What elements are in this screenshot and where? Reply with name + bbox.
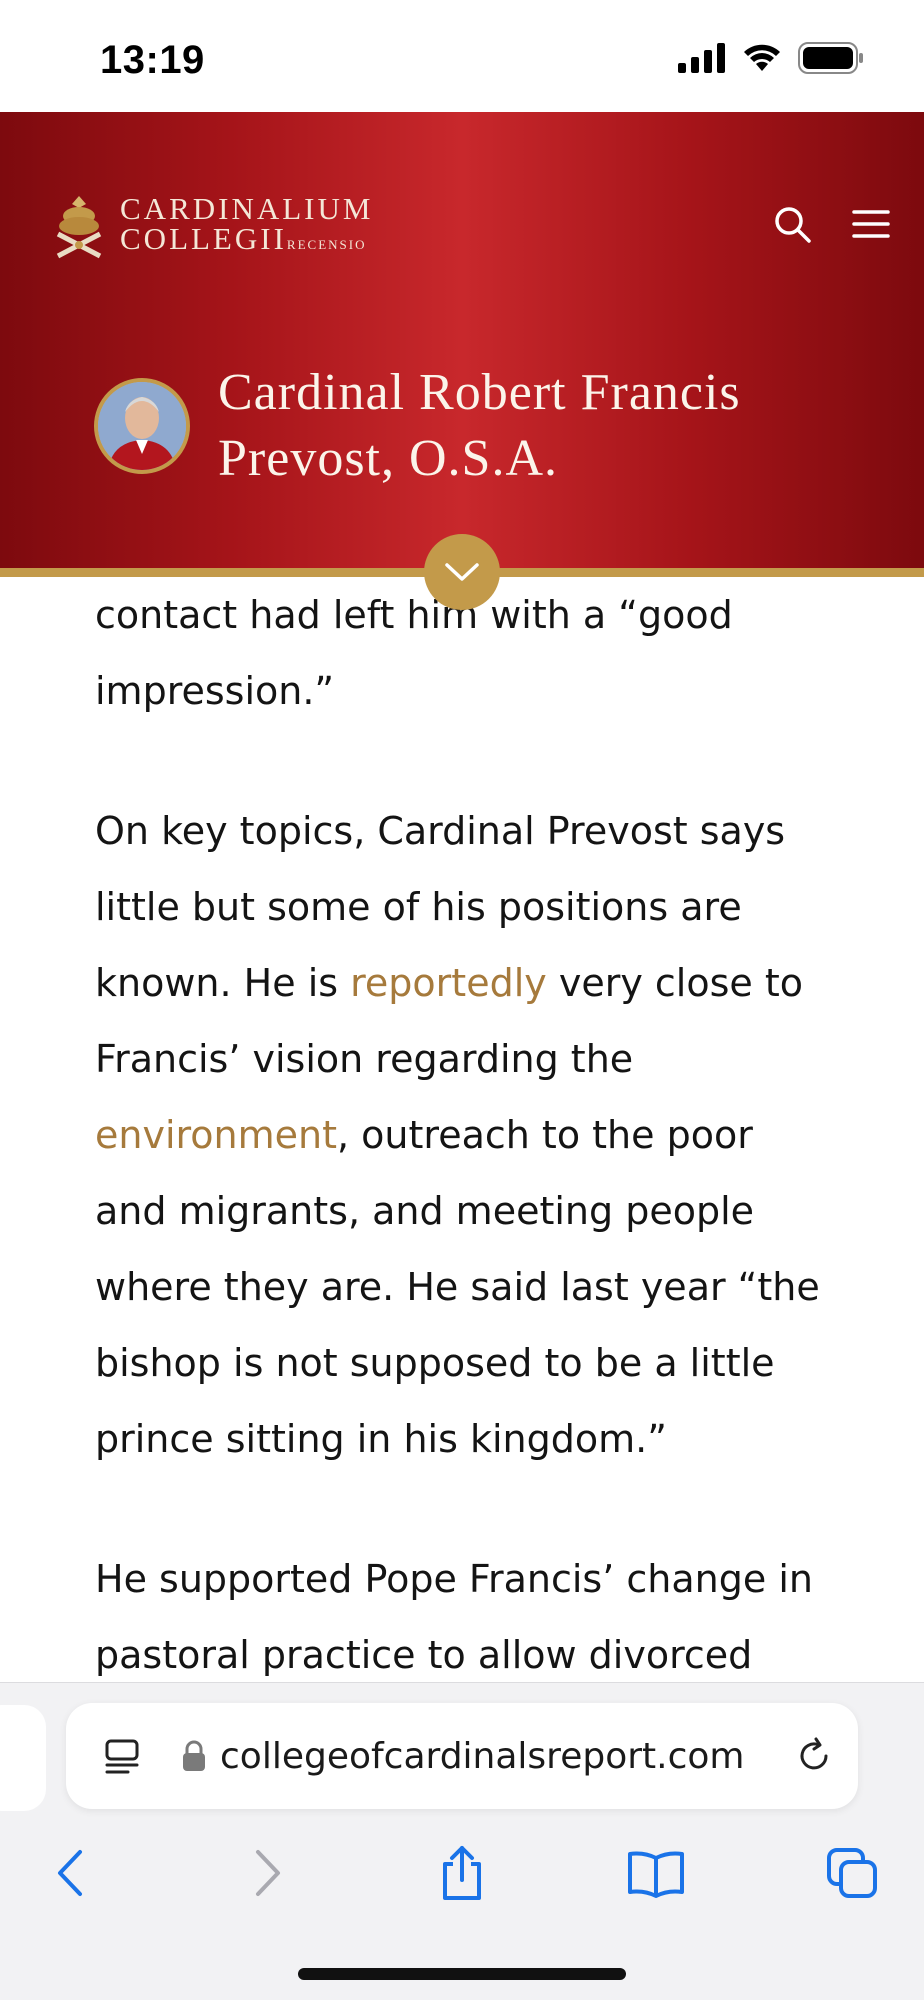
expand-header-button[interactable] [424, 534, 500, 610]
logo-line2: COLLEGIIRECENSIO [120, 221, 373, 260]
site-header: CARDINALIUM COLLEGIIRECENSIO Cardinal Ro… [0, 112, 924, 572]
environment-link[interactable]: environment [95, 1113, 337, 1157]
header-actions [772, 204, 890, 244]
previous-tab-preview[interactable] [0, 1705, 46, 1811]
portrait-image [98, 382, 186, 470]
url-text[interactable]: collegeofcardinalsreport.com [220, 1736, 744, 1777]
paragraph-text: , outreach to the poor and migrants, and… [95, 1113, 820, 1461]
battery-icon [798, 42, 863, 74]
back-button[interactable] [30, 1833, 110, 1913]
article-body: contact had left him with a “good impres… [95, 577, 835, 1757]
logo-text: CARDINALIUM COLLEGIIRECENSIO [120, 191, 374, 260]
page-title-line2: Prevost, O.S.A. [218, 430, 559, 487]
site-logo[interactable]: CARDINALIUM COLLEGIIRECENSIO [50, 191, 374, 260]
cellular-signal-icon [678, 43, 725, 73]
page-title: Cardinal Robert Francis Prevost, O.S.A. [218, 360, 741, 492]
cardinal-avatar [94, 378, 190, 474]
tabs-button[interactable] [812, 1833, 892, 1913]
forward-icon [256, 1850, 280, 1896]
wifi-icon [744, 44, 780, 71]
share-button[interactable] [422, 1833, 502, 1913]
chevron-down-icon [445, 563, 479, 581]
reader-icon[interactable] [102, 1736, 142, 1776]
page-title-line1: Cardinal Robert Francis [218, 364, 741, 421]
logo-line2-small: RECENSIO [286, 237, 367, 252]
status-bar: 13:19 [0, 0, 924, 112]
status-icons [678, 42, 864, 74]
logo-line2-main: COLLEGII [120, 221, 287, 256]
article-paragraph: On key topics, Cardinal Prevost says lit… [95, 793, 835, 1477]
back-icon [58, 1850, 82, 1896]
reportedly-link[interactable]: reportedly [350, 961, 547, 1005]
hamburger-menu-icon [852, 210, 890, 238]
papal-keys-emblem-icon [56, 196, 102, 259]
status-time: 13:19 [100, 38, 205, 82]
search-icon [775, 207, 811, 243]
search-button[interactable] [772, 204, 812, 244]
paragraph-text: He supported Pope Francis’ change in pas… [95, 1557, 813, 1677]
address-bar[interactable]: collegeofcardinalsreport.com [66, 1703, 858, 1809]
paragraph-text: contact had left him with a “good impres… [95, 593, 733, 713]
forward-button[interactable] [228, 1833, 308, 1913]
tabs-icon [827, 1848, 877, 1898]
menu-button[interactable] [852, 208, 890, 240]
cardinal-profile: Cardinal Robert Francis Prevost, O.S.A. [94, 360, 741, 492]
browser-bottom-bar: collegeofcardinalsreport.com [0, 1682, 924, 2000]
article-paragraph: He supported Pope Francis’ change in pas… [95, 1541, 835, 1693]
home-indicator[interactable] [298, 1968, 626, 1980]
bookmarks-button[interactable] [616, 1833, 696, 1913]
reload-icon[interactable] [794, 1736, 834, 1776]
browser-toolbar [0, 1833, 924, 1923]
share-icon [443, 1846, 481, 1900]
lock-icon [183, 1740, 205, 1771]
logo-line1: CARDINALIUM [120, 191, 374, 226]
bookmarks-icon [628, 1851, 684, 1898]
